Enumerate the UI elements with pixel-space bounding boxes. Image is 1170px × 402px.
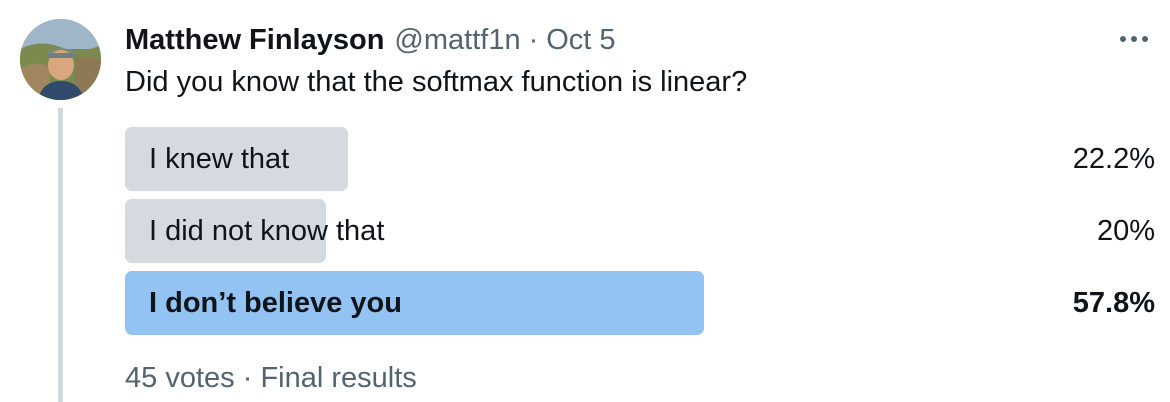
poll-option[interactable]: I don’t believe you 57.8% (125, 271, 1155, 335)
poll-option-label: I don’t believe you (149, 287, 402, 319)
more-horizontal-icon (1120, 36, 1148, 42)
poll-footer: 45 votes · Final results (125, 360, 417, 396)
thread-line (58, 108, 63, 402)
poll-option[interactable]: I did not know that 20% (125, 199, 1155, 263)
tweet-header: Matthew Finlayson @mattf1n · Oct 5 (125, 22, 616, 58)
poll: I knew that 22.2% I did not know that 20… (125, 127, 1155, 343)
poll-option-label: I knew that (149, 143, 290, 175)
tweet-text: Did you know that the softmax function i… (125, 66, 748, 98)
tweet-date[interactable]: Oct 5 (546, 24, 615, 57)
poll-option-label: I did not know that (149, 215, 385, 247)
poll-option[interactable]: I knew that 22.2% (125, 127, 1155, 191)
avatar[interactable] (20, 19, 101, 100)
poll-option-percent: 22.2% (1072, 143, 1155, 175)
author-name[interactable]: Matthew Finlayson (125, 24, 384, 57)
author-handle[interactable]: @mattf1n (394, 24, 520, 57)
poll-votes-count: 45 votes (125, 362, 235, 394)
poll-option-percent: 57.8% (1072, 287, 1155, 319)
poll-status: Final results (260, 362, 417, 394)
poll-option-percent: 20% (1096, 215, 1155, 247)
header-separator: · (528, 23, 539, 56)
poll-footer-separator: · (242, 362, 253, 394)
more-options-button[interactable] (1112, 24, 1156, 54)
